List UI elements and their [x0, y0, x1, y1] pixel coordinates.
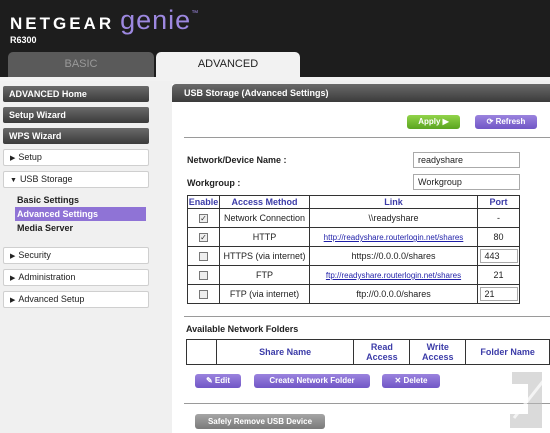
sidebar-item-label: Advanced Setup [18, 294, 85, 304]
close-icon: ✕ [394, 376, 402, 385]
refresh-icon: ⟳ [486, 117, 494, 126]
refresh-label: Refresh [495, 117, 526, 126]
column-header: Read Access [353, 339, 411, 365]
access-method: HTTPS (via internet) [219, 246, 310, 266]
site-watermark-logo [510, 372, 546, 428]
sidebar-item-administration[interactable]: ▶ Administration [3, 269, 149, 286]
share-link: \\readyshare [309, 208, 478, 228]
edit-label: Edit [214, 376, 231, 385]
sidebar-item-label: Security [18, 250, 51, 260]
access-method: Network Connection [219, 208, 310, 228]
table-row: HTTPS (via internet) https://0.0.0.0/sha… [187, 246, 520, 266]
enable-checkbox[interactable] [199, 252, 208, 262]
column-header: Access Method [219, 195, 310, 209]
header-divider [0, 77, 550, 81]
divider [184, 403, 550, 404]
table-row: ✓ HTTP http://readyshare.routerlogin.net… [187, 227, 520, 247]
sidebar-item-label: Administration [18, 272, 76, 282]
tab-basic[interactable]: BASIC [8, 52, 154, 77]
create-network-folder-button[interactable]: Create Network Folder [254, 374, 370, 388]
enable-checkbox[interactable]: ✓ [199, 233, 208, 243]
port-input[interactable]: 21 [479, 287, 518, 301]
divider [184, 316, 550, 317]
main-panel: USB Storage (Advanced Settings) Apply ▶ … [172, 84, 550, 433]
sidebar-item-setup[interactable]: ▶ Setup [3, 149, 149, 166]
column-header: Write Access [409, 339, 467, 365]
enable-checkbox[interactable]: ✓ [199, 214, 208, 224]
trademark: ™ [191, 10, 199, 17]
column-header: Share Name [215, 339, 355, 365]
brand-name: NETGEAR [10, 14, 115, 33]
sidebar-item-label: Setup [18, 152, 42, 162]
column-header: Enable [187, 195, 220, 209]
collapsed-arrow-icon: ▶ [10, 275, 16, 282]
section-title: Available Network Folders [186, 324, 299, 334]
expanded-arrow-icon: ▼ [10, 177, 17, 184]
sidebar-item-advanced-home[interactable]: ADVANCED Home [3, 86, 149, 102]
collapsed-arrow-icon: ▶ [10, 253, 16, 260]
workgroup-input[interactable]: Workgroup [413, 174, 520, 190]
tab-advanced[interactable]: ADVANCED [156, 52, 300, 77]
device-name-input[interactable]: readyshare [413, 152, 520, 168]
device-name-label: Network/Device Name : [187, 155, 287, 165]
column-header [186, 339, 217, 365]
apply-button[interactable]: Apply ▶ [407, 115, 460, 129]
access-method: FTP [219, 265, 310, 285]
column-header: Folder Name [465, 339, 550, 365]
share-link: https://0.0.0.0/shares [309, 246, 478, 266]
network-folders-table: Share Name Read Access Write Access Fold… [186, 339, 550, 365]
edit-button[interactable]: ✎ Edit [195, 374, 241, 388]
port-value: 80 [477, 227, 520, 247]
table-row: FTP (via internet) ftp://0.0.0.0/shares … [187, 284, 520, 304]
brand-product: genie [120, 5, 192, 35]
safely-remove-usb-button[interactable]: Safely Remove USB Device [195, 414, 325, 429]
delete-button[interactable]: ✕ Delete [382, 374, 440, 388]
sidebar-item-advanced-setup[interactable]: ▶ Advanced Setup [3, 291, 149, 308]
table-row: FTP ftp://readyshare.routerlogin.net/sha… [187, 265, 520, 285]
workgroup-label: Workgroup : [187, 178, 241, 188]
table-row: ✓ Network Connection \\readyshare - [187, 208, 520, 228]
share-link[interactable]: http://readyshare.routerlogin.net/shares [324, 233, 464, 242]
port-value: 21 [477, 265, 520, 285]
sidebar: ADVANCED Home Setup Wizard WPS Wizard ▶ S… [0, 86, 152, 313]
access-method: FTP (via internet) [219, 284, 310, 304]
app-header: NETGEAR genie ™ R6300 BASIC ADVANCED [0, 0, 550, 77]
port-input[interactable]: 443 [479, 249, 518, 263]
sidebar-item-security[interactable]: ▶ Security [3, 247, 149, 264]
enable-checkbox[interactable] [199, 271, 208, 281]
sidebar-item-wps-wizard[interactable]: WPS Wizard [3, 128, 149, 144]
column-header: Link [309, 195, 478, 209]
access-method: HTTP [219, 227, 310, 247]
router-model: R6300 [10, 35, 37, 45]
sidebar-item-setup-wizard[interactable]: Setup Wizard [3, 107, 149, 123]
share-link[interactable]: ftp://readyshare.routerlogin.net/shares [326, 271, 461, 280]
delete-label: Delete [403, 376, 428, 385]
sidebar-item-usb-storage[interactable]: ▼ USB Storage [3, 171, 149, 188]
sidebar-item-label: USB Storage [19, 174, 73, 184]
page-title: USB Storage (Advanced Settings) [172, 84, 550, 102]
sidebar-sub-advanced-settings[interactable]: Advanced Settings [15, 207, 146, 221]
collapsed-arrow-icon: ▶ [10, 297, 16, 304]
divider [184, 137, 550, 138]
refresh-button[interactable]: ⟳ Refresh [475, 115, 537, 129]
pencil-icon: ✎ [205, 376, 213, 385]
collapsed-arrow-icon: ▶ [10, 155, 16, 162]
access-method-table: Enable Access Method Link Port ✓ Network… [187, 195, 520, 304]
column-header: Port [477, 195, 520, 209]
sidebar-sub-media-server[interactable]: Media Server [17, 221, 152, 235]
sidebar-sub-basic-settings[interactable]: Basic Settings [17, 193, 152, 207]
share-link: ftp://0.0.0.0/shares [309, 284, 478, 304]
enable-checkbox[interactable] [199, 290, 208, 300]
brand-logo: NETGEAR genie ™ [10, 5, 198, 36]
port-value: - [477, 208, 520, 228]
